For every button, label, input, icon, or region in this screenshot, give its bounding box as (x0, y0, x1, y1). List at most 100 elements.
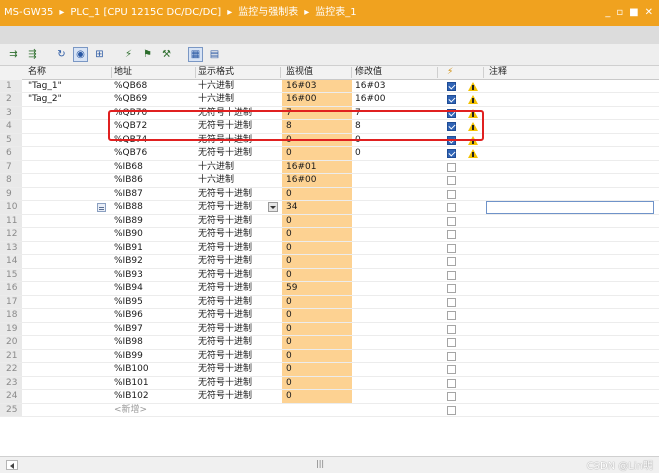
show-modify-columns-icon[interactable]: ▦ (188, 47, 203, 62)
modify-value-cell[interactable]: 7 (353, 107, 441, 121)
comment-cell[interactable] (489, 296, 654, 310)
modify-value-cell[interactable] (353, 296, 441, 310)
modify-now-icon[interactable]: ⚑ (140, 47, 155, 62)
address-cell[interactable]: %IB97 (114, 323, 194, 337)
table-row[interactable]: 5 %QB74 无符号十进制 0 0 (0, 133, 659, 148)
modify-checkbox[interactable] (447, 324, 456, 334)
modify-checkbox-cell[interactable] (447, 107, 459, 121)
table-row[interactable]: 14 %IB92 无符号十进制 0 (0, 255, 659, 269)
tag-name-cell[interactable] (28, 147, 110, 161)
tag-name-cell[interactable] (28, 255, 110, 269)
modify-value-cell[interactable] (353, 309, 441, 323)
table-row[interactable]: 3 %QB70 无符号十进制 7 7 (0, 106, 659, 121)
column-header-name[interactable]: 名称 (28, 66, 110, 80)
table-row[interactable]: 7 %IB68 十六进制 16#01 (0, 160, 659, 175)
tag-name-cell[interactable] (28, 390, 110, 404)
address-cell[interactable]: %IB93 (114, 269, 194, 283)
modify-value-cell[interactable] (353, 282, 441, 296)
force-icon[interactable]: ⚒ (159, 47, 174, 62)
show-hide-icon[interactable]: ⊞ (92, 47, 107, 62)
modify-checkbox-cell[interactable] (447, 147, 459, 161)
modify-checkbox[interactable] (447, 365, 456, 374)
show-extended-icon[interactable]: ▤ (207, 47, 222, 62)
address-cell[interactable]: %IB102 (114, 390, 194, 404)
minimize-icon[interactable]: _ (605, 0, 610, 26)
modify-checkbox-cell[interactable] (447, 269, 459, 283)
display-format-cell[interactable]: 无符号十进制 (198, 120, 282, 134)
modify-checkbox-cell[interactable] (447, 255, 459, 269)
comment-cell[interactable] (489, 107, 654, 121)
table-row[interactable]: 11 %IB89 无符号十进制 0 (0, 214, 659, 229)
address-cell[interactable]: %IB95 (114, 296, 194, 310)
comment-cell[interactable] (489, 228, 654, 242)
comment-cell[interactable] (489, 377, 654, 391)
insert-row-icon[interactable]: ⇉ (6, 47, 21, 62)
modify-checkbox-cell[interactable] (447, 228, 459, 242)
tag-name-cell[interactable] (28, 228, 110, 242)
tag-name-cell[interactable] (28, 215, 110, 229)
tag-name-cell[interactable] (28, 269, 110, 283)
modify-checkbox-cell[interactable] (447, 215, 459, 229)
tag-name-cell[interactable] (28, 282, 110, 296)
modify-value-cell[interactable]: 16#00 (353, 93, 441, 107)
modify-checkbox[interactable] (447, 122, 456, 131)
table-row[interactable]: 6 %QB76 无符号十进制 0 0 (0, 147, 659, 161)
address-cell[interactable]: %QB69 (114, 93, 194, 107)
modify-checkbox[interactable] (447, 297, 456, 307)
tag-name-cell[interactable] (28, 134, 110, 148)
modify-icon[interactable]: ⚡ (121, 47, 136, 62)
modify-checkbox-cell[interactable] (447, 390, 459, 404)
modify-checkbox[interactable] (447, 95, 456, 104)
address-cell[interactable]: %IB86 (114, 174, 194, 188)
table-row[interactable]: 10 %IB88 无符号十进制 34 (0, 201, 659, 215)
modify-checkbox[interactable] (447, 270, 456, 280)
monitor-once-icon[interactable]: ↻ (54, 47, 69, 62)
comment-cell[interactable] (489, 269, 654, 283)
restore-icon[interactable]: ▫ (616, 0, 623, 26)
modify-checkbox[interactable] (447, 189, 456, 199)
address-cell[interactable]: %IB100 (114, 363, 194, 377)
modify-checkbox[interactable] (447, 284, 456, 293)
maximize-icon[interactable]: ■ (629, 0, 638, 26)
modify-checkbox-cell[interactable] (447, 296, 459, 310)
table-row[interactable]: 13 %IB91 无符号十进制 0 (0, 241, 659, 256)
display-format-cell[interactable]: 无符号十进制 (198, 215, 282, 229)
address-cell[interactable]: %IB88 (114, 201, 194, 215)
address-cell[interactable]: %QB72 (114, 120, 194, 134)
modify-checkbox[interactable] (447, 243, 456, 253)
modify-checkbox[interactable] (447, 257, 456, 266)
display-format-cell[interactable]: 无符号十进制 (198, 188, 282, 202)
modify-checkbox[interactable] (447, 108, 456, 118)
comment-cell[interactable] (489, 174, 654, 188)
table-row[interactable]: 2 "Tag_2" %QB69 十六进制 16#00 16#00 (0, 93, 659, 107)
comment-cell[interactable] (489, 242, 654, 256)
horizontal-scrollbar[interactable]: ||| (0, 456, 659, 473)
address-cell[interactable]: %IB99 (114, 350, 194, 364)
column-header-address[interactable]: 地址 (114, 66, 194, 80)
modify-value-cell[interactable] (353, 363, 441, 377)
column-header-modify-value[interactable]: 修改值 (353, 66, 441, 80)
modify-checkbox-cell[interactable] (447, 377, 459, 391)
table-row[interactable]: 1 "Tag_1" %QB68 十六进制 16#03 16#03 (0, 79, 659, 93)
display-format-cell[interactable]: 无符号十进制 (198, 377, 282, 391)
tag-name-cell[interactable] (28, 188, 110, 202)
modify-checkbox[interactable] (447, 378, 456, 388)
modify-value-cell[interactable] (353, 336, 441, 350)
table-row[interactable]: 4 %QB72 无符号十进制 8 8 (0, 120, 659, 134)
address-cell[interactable]: <新增> (114, 404, 194, 418)
modify-checkbox-cell[interactable] (447, 161, 459, 175)
column-header-format[interactable]: 显示格式 (198, 66, 282, 80)
modify-checkbox-cell[interactable] (447, 336, 459, 350)
display-format-cell[interactable]: 无符号十进制 (198, 336, 282, 350)
display-format-cell[interactable]: 无符号十进制 (198, 390, 282, 404)
table-row[interactable]: 8 %IB86 十六进制 16#00 (0, 174, 659, 188)
comment-cell[interactable] (489, 134, 654, 148)
close-icon[interactable]: ✕ (645, 0, 653, 26)
modify-checkbox[interactable] (447, 149, 456, 158)
tag-name-cell[interactable] (28, 174, 110, 188)
table-row[interactable]: 15 %IB93 无符号十进制 0 (0, 268, 659, 283)
address-cell[interactable]: %IB94 (114, 282, 194, 296)
address-cell[interactable]: %IB90 (114, 228, 194, 242)
display-format-cell[interactable]: 十六进制 (198, 174, 282, 188)
tag-name-cell[interactable]: "Tag_2" (28, 93, 110, 107)
